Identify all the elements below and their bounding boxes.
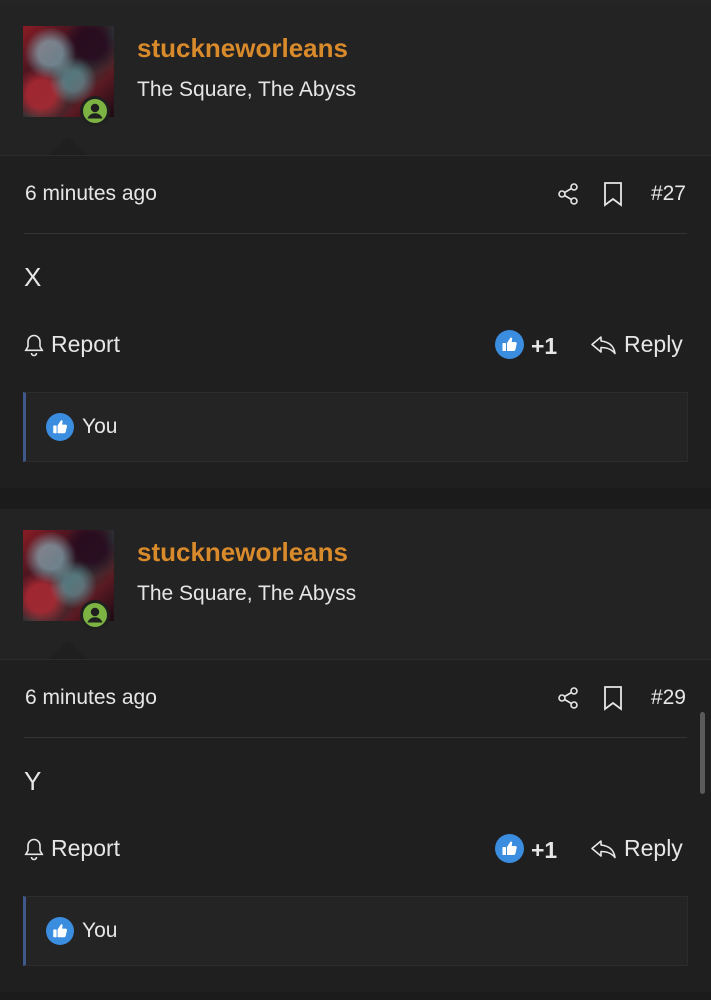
- post: stuckneworleans The Square, The Abyss 6 …: [0, 5, 711, 488]
- post-time[interactable]: 6 minutes ago: [25, 182, 157, 206]
- reply-icon: [591, 335, 616, 354]
- like-count[interactable]: +1: [531, 837, 557, 864]
- user-location: The Square, The Abyss: [137, 78, 357, 101]
- bookmark-icon[interactable]: [603, 685, 623, 711]
- post-header: stuckneworleans The Square, The Abyss: [0, 509, 711, 659]
- bookmark-icon[interactable]: [603, 181, 623, 207]
- post-number[interactable]: #29: [651, 686, 686, 710]
- like-icon: [46, 413, 74, 441]
- like-count[interactable]: +1: [531, 333, 557, 360]
- scrollbar[interactable]: [700, 712, 705, 794]
- share-icon[interactable]: [556, 686, 580, 710]
- share-icon[interactable]: [556, 182, 580, 206]
- online-badge-icon: [80, 600, 110, 630]
- like-icon[interactable]: [495, 330, 524, 359]
- username[interactable]: stuckneworleans: [137, 33, 348, 64]
- divider: [24, 233, 687, 234]
- reply-button[interactable]: Reply: [590, 835, 683, 862]
- post: stuckneworleans The Square, The Abyss 6 …: [0, 509, 711, 992]
- report-button[interactable]: Report: [23, 331, 120, 358]
- reply-button[interactable]: Reply: [590, 331, 683, 358]
- report-label: Report: [51, 331, 121, 357]
- reply-label: Reply: [624, 835, 683, 861]
- post-time[interactable]: 6 minutes ago: [25, 686, 157, 710]
- reply-icon: [591, 839, 616, 858]
- post-content: X: [24, 262, 42, 292]
- online-badge-icon: [80, 96, 110, 126]
- divider: [0, 155, 711, 156]
- bell-icon: [24, 838, 44, 860]
- header-pointer: [48, 641, 88, 659]
- post-header: stuckneworleans The Square, The Abyss: [0, 5, 711, 155]
- bell-icon: [24, 334, 44, 356]
- reaction-list[interactable]: You: [23, 392, 688, 462]
- username[interactable]: stuckneworleans: [137, 537, 348, 568]
- divider: [24, 737, 687, 738]
- report-label: Report: [51, 835, 121, 861]
- reacted-by[interactable]: You: [82, 415, 117, 439]
- reaction-list[interactable]: You: [23, 896, 688, 966]
- post-content: Y: [24, 766, 42, 796]
- report-button[interactable]: Report: [23, 835, 120, 862]
- header-pointer: [48, 137, 88, 155]
- divider: [0, 659, 711, 660]
- reply-label: Reply: [624, 331, 683, 357]
- like-icon: [46, 917, 74, 945]
- post-number[interactable]: #27: [651, 182, 686, 206]
- user-location: The Square, The Abyss: [137, 582, 357, 605]
- reacted-by[interactable]: You: [82, 919, 117, 943]
- like-icon[interactable]: [495, 834, 524, 863]
